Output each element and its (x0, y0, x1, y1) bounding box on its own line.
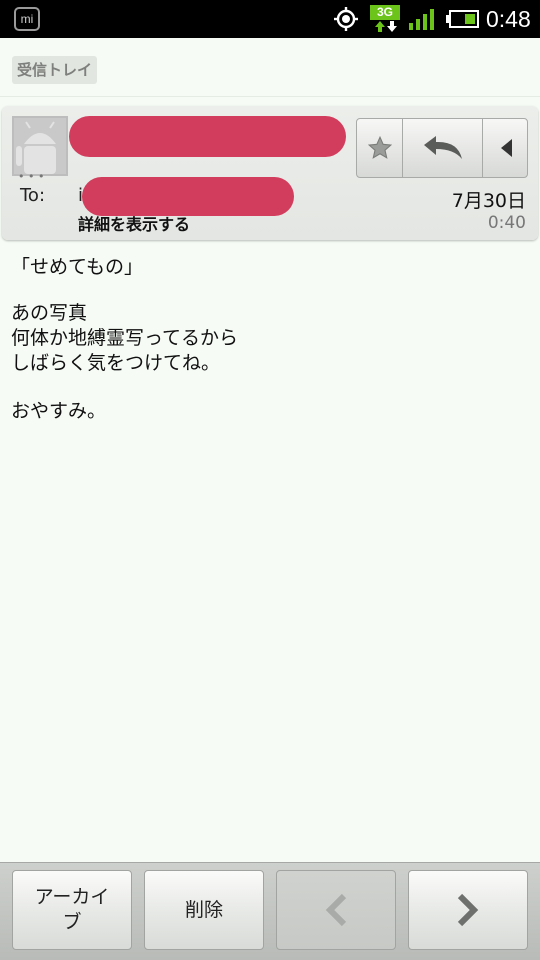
gps-icon (334, 7, 358, 31)
chevron-left-icon (325, 893, 347, 927)
android-avatar-icon (14, 118, 66, 174)
redacted-recipient (82, 177, 294, 216)
more-icon (501, 139, 512, 157)
avatar-dots: • • • (18, 170, 45, 183)
mi-icon: mi (14, 7, 40, 31)
network-type-label: 3G (370, 5, 400, 20)
star-icon (367, 135, 392, 159)
signal-icon (409, 9, 434, 30)
message-body: 「せめてもの」 あの写真 何体か地縛霊写ってるから しばらく気をつけてね。 おや… (11, 255, 521, 424)
battery-icon (446, 10, 479, 28)
message-date: 7月30日 (451, 190, 526, 212)
chevron-right-icon (457, 893, 479, 927)
sender-avatar[interactable] (12, 116, 68, 176)
reply-button[interactable] (403, 119, 483, 177)
redacted-sender (69, 116, 346, 157)
next-message-button[interactable] (408, 870, 528, 950)
divider (0, 96, 540, 97)
previous-message-button[interactable] (276, 870, 396, 950)
body-line-empty (11, 376, 521, 399)
more-actions-button[interactable] (483, 119, 527, 177)
archive-button-label: アーカイブ (34, 886, 110, 933)
body-subject-line: 「せめてもの」 (11, 256, 144, 278)
star-button[interactable] (357, 119, 403, 177)
status-clock: 0:48 (486, 6, 531, 32)
folder-label[interactable]: 受信トレイ (12, 56, 98, 84)
body-line: あの写真 (11, 302, 88, 324)
data-activity-icon (375, 21, 397, 32)
network-type-badge: 3G (370, 5, 400, 33)
body-line: 何体か地縛霊写ってるから (11, 327, 239, 349)
message-actions (356, 118, 528, 178)
body-line: しばらく気をつけてね。 (11, 352, 221, 374)
message-time: 0:40 (487, 213, 526, 233)
archive-button[interactable]: アーカイブ (12, 870, 132, 950)
body-line: おやすみ。 (11, 400, 107, 422)
reply-icon (423, 136, 462, 159)
to-label: To: (20, 185, 46, 206)
delete-button-label: 削除 (184, 898, 223, 921)
delete-button[interactable]: 削除 (144, 870, 264, 950)
status-bar: mi 3G 0:48 (0, 0, 540, 38)
